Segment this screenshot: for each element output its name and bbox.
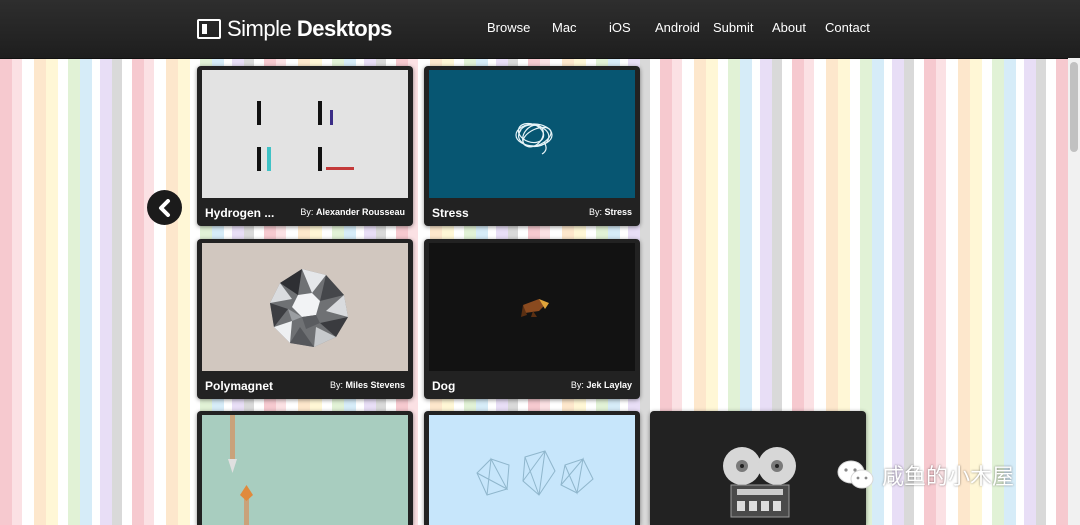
previous-page-button[interactable] xyxy=(147,190,182,225)
wallpaper-thumbnail[interactable] xyxy=(202,243,408,371)
vertical-scrollbar[interactable] xyxy=(1068,58,1080,525)
card-caption: Dog By: Jek Laylay xyxy=(424,373,640,399)
card-caption: Stress By: Stress xyxy=(424,200,640,226)
nav-browse[interactable]: Browse xyxy=(487,20,530,35)
watermark-text: 咸鱼的小木屋 xyxy=(882,464,1015,489)
polymagnet-preview-image xyxy=(270,269,348,347)
nav-contact[interactable]: Contact xyxy=(825,20,870,35)
card-caption: Polymagnet By: Miles Stevens xyxy=(197,373,413,399)
card-author[interactable]: By: Stress xyxy=(589,207,632,217)
chevron-left-icon xyxy=(158,198,170,217)
wechat-icon xyxy=(837,460,874,489)
tape-recorder-preview-image xyxy=(723,447,796,518)
scrollbar-thumb[interactable] xyxy=(1070,62,1078,152)
wallpaper-card-polymagnet[interactable]: Polymagnet By: Miles Stevens xyxy=(197,239,413,399)
wallpaper-card[interactable] xyxy=(197,411,413,525)
card-author[interactable]: By: Miles Stevens xyxy=(330,380,405,390)
wallpaper-card-stress[interactable]: Stress By: Stress xyxy=(424,66,640,226)
wallpaper-thumbnail[interactable] xyxy=(429,243,635,371)
hydrogen-preview-image xyxy=(257,101,354,171)
wallpaper-card[interactable] xyxy=(650,411,866,525)
watermark: 咸鱼的小木屋 xyxy=(836,458,1014,492)
card-title[interactable]: Polymagnet xyxy=(205,379,273,393)
card-caption: Hydrogen ... By: Alexander Rousseau xyxy=(197,200,413,226)
wallpaper-card[interactable] xyxy=(424,411,640,525)
polygons-preview-image xyxy=(476,450,594,496)
arrow-preview-image xyxy=(228,415,253,525)
wallpaper-thumbnail[interactable] xyxy=(655,415,861,525)
card-author[interactable]: By: Alexander Rousseau xyxy=(300,207,405,217)
wallpaper-card-hydrogen[interactable]: Hydrogen ... By: Alexander Rousseau xyxy=(197,66,413,226)
dog-preview-image xyxy=(521,299,549,317)
card-author[interactable]: By: Jek Laylay xyxy=(571,380,632,390)
nav-mac[interactable]: Mac xyxy=(552,20,577,35)
wallpaper-thumbnail[interactable] xyxy=(429,415,635,525)
nav-submit[interactable]: Submit xyxy=(713,20,753,35)
card-title[interactable]: Hydrogen ... xyxy=(205,206,274,220)
top-navigation-bar: Simple Desktops Browse Mac iOS Android S… xyxy=(0,0,1080,59)
main-nav: Browse Mac iOS Android Submit About Cont… xyxy=(0,20,1080,38)
wallpaper-thumbnail[interactable] xyxy=(202,415,408,525)
wallpaper-card-dog[interactable]: Dog By: Jek Laylay xyxy=(424,239,640,399)
card-title[interactable]: Stress xyxy=(432,206,469,220)
stress-preview-image xyxy=(515,122,553,155)
wallpaper-thumbnail[interactable] xyxy=(202,70,408,198)
card-title[interactable]: Dog xyxy=(432,379,455,393)
nav-about[interactable]: About xyxy=(772,20,806,35)
nav-ios[interactable]: iOS xyxy=(609,20,631,35)
nav-android[interactable]: Android xyxy=(655,20,700,35)
wallpaper-thumbnail[interactable] xyxy=(429,70,635,198)
